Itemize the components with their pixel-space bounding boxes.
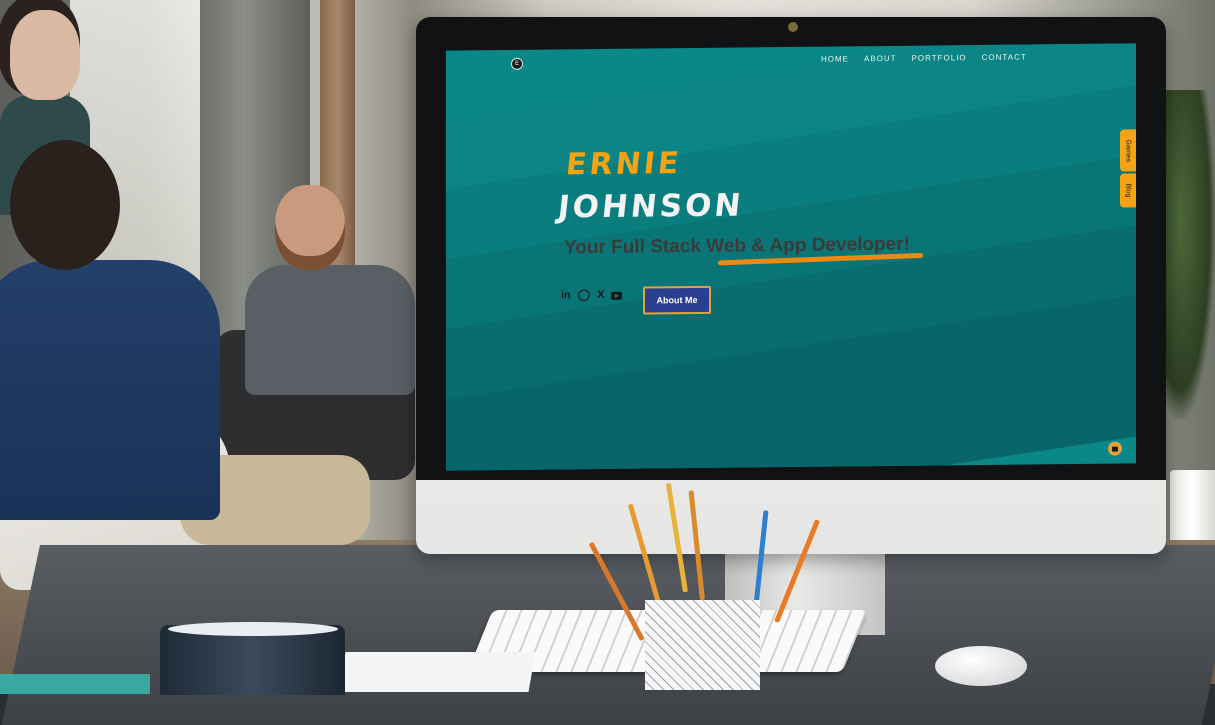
- hero-first-name: ERNIE: [564, 146, 684, 183]
- nav-portfolio[interactable]: PORTFOLIO: [912, 53, 967, 63]
- games-tab-label: Games: [1124, 139, 1132, 162]
- person-seated-man-head: [275, 185, 345, 270]
- chat-icon: [1112, 446, 1118, 452]
- side-tab-games[interactable]: Games: [1120, 129, 1136, 172]
- nav-about[interactable]: ABOUT: [864, 54, 897, 63]
- youtube-icon[interactable]: [611, 291, 623, 300]
- nav-contact[interactable]: CONTACT: [982, 53, 1027, 62]
- site-logo-icon[interactable]: E: [511, 57, 523, 70]
- coffee-mug-rim: [168, 622, 338, 636]
- nav-home[interactable]: HOME: [821, 54, 849, 63]
- monitor: E HOME ABOUT PORTFOLIO CONTACT ERNIE JOH…: [416, 17, 1166, 554]
- hero-tagline: Your Full Stack Web & App Developer!: [564, 233, 910, 259]
- hero-last-name: JOHNSON: [556, 187, 746, 226]
- x-icon[interactable]: X: [597, 289, 604, 301]
- pencil-cup: [645, 600, 760, 690]
- monitor-bezel: E HOME ABOUT PORTFOLIO CONTACT ERNIE JOH…: [416, 17, 1166, 480]
- social-links: in ◯ X: [561, 289, 623, 301]
- chat-button[interactable]: [1108, 441, 1122, 456]
- about-me-button[interactable]: About Me: [643, 285, 711, 315]
- blog-tab-label: Blog: [1124, 183, 1132, 198]
- person-seated-man: [245, 265, 415, 395]
- person-seated-woman: [0, 260, 220, 520]
- mouse: [935, 646, 1027, 686]
- website-screen: E HOME ABOUT PORTFOLIO CONTACT ERNIE JOH…: [446, 43, 1136, 471]
- github-icon[interactable]: ◯: [578, 289, 590, 301]
- teal-paper: [0, 674, 150, 694]
- notebook: [338, 652, 536, 692]
- linkedin-icon[interactable]: in: [561, 289, 571, 301]
- camera-icon: [788, 22, 798, 32]
- person-seated-woman-head: [10, 140, 120, 270]
- side-tab-blog[interactable]: Blog: [1120, 173, 1136, 208]
- person-standing-head: [10, 10, 80, 100]
